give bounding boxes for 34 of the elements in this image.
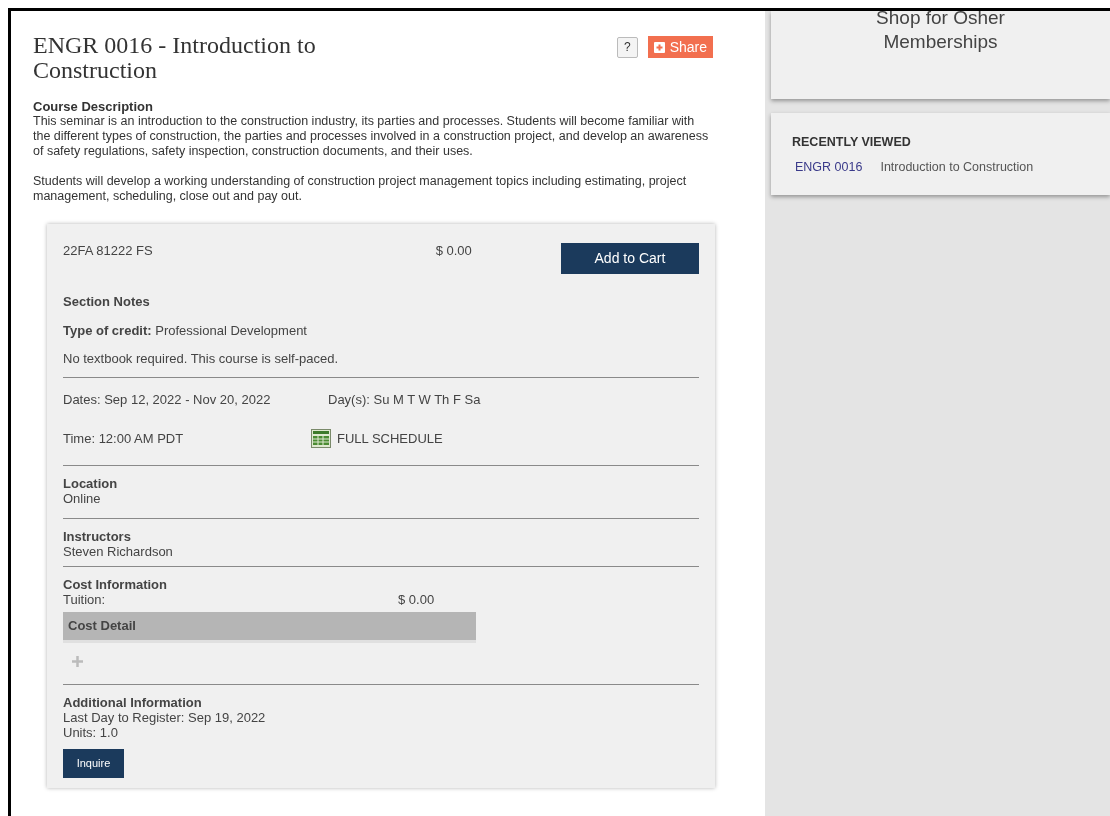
- recently-viewed-heading: RECENTLY VIEWED: [792, 134, 912, 151]
- course-title: ENGR 0016 - Introduction to Construction: [33, 33, 317, 83]
- units-text: Units: 1.0: [63, 724, 119, 740]
- instructors-heading: Instructors: [63, 528, 132, 544]
- description-paragraph: This seminar is an introduction to the construction industry, its parties and processes. Students will become familiar with the different types of construction, the parties and processes involved in a construction project, and develop an awareness of safety regulations, safety inspection, construction documents, and their uses.: [33, 114, 710, 159]
- dates-text: Dates: Sep 12, 2022 - Nov 20, 2022: [63, 390, 272, 409]
- instructor-name: Steven Richardson: [63, 543, 174, 559]
- description-paragraph: Students will develop a working understanding of construction project management topics including estimating, project management, scheduling, close out and pay out.: [33, 174, 688, 204]
- days-text: Day(s): Su M T W Th F Sa: [328, 390, 481, 409]
- shop-memberships-link[interactable]: Shop for Osher Memberships: [840, 6, 1041, 99]
- section-code: 22FA 81222 FS: [63, 242, 154, 260]
- inquire-button[interactable]: Inquire: [63, 748, 124, 778]
- add-to-cart-button[interactable]: Add to Cart: [560, 243, 699, 274]
- plus-icon: [653, 41, 665, 53]
- calendar-icon: [311, 429, 331, 449]
- section-note: No textbook required. This course is self-paced.: [63, 350, 340, 368]
- full-schedule-link[interactable]: FULL SCHEDULE: [337, 429, 443, 449]
- cost-detail-header[interactable]: Cost Detail: [63, 611, 476, 643]
- description-heading: Course Description: [33, 100, 154, 114]
- section-price: $ 0.00: [435, 242, 473, 260]
- tuition-value: $ 0.00: [398, 591, 435, 607]
- last-day-text: Last Day to Register: Sep 19, 2022: [63, 709, 267, 725]
- cost-heading: Cost Information: [63, 576, 168, 592]
- tuition-label: Tuition:: [63, 591, 107, 607]
- recent-course-title: Introduction to Construction: [880, 158, 1034, 176]
- help-button[interactable]: ?: [616, 36, 638, 58]
- location-text: Online: [63, 490, 102, 506]
- section-notes-heading: Section Notes: [63, 293, 151, 311]
- time-text: Time: 12:00 AM PDT: [63, 430, 185, 448]
- additional-heading: Additional Information: [63, 694, 203, 710]
- credit-type: Type of credit: Professional Development: [63, 321, 308, 340]
- location-heading: Location: [63, 475, 119, 491]
- recent-course-code-link[interactable]: ENGR 0016: [795, 157, 863, 177]
- plus-icon[interactable]: [72, 655, 83, 667]
